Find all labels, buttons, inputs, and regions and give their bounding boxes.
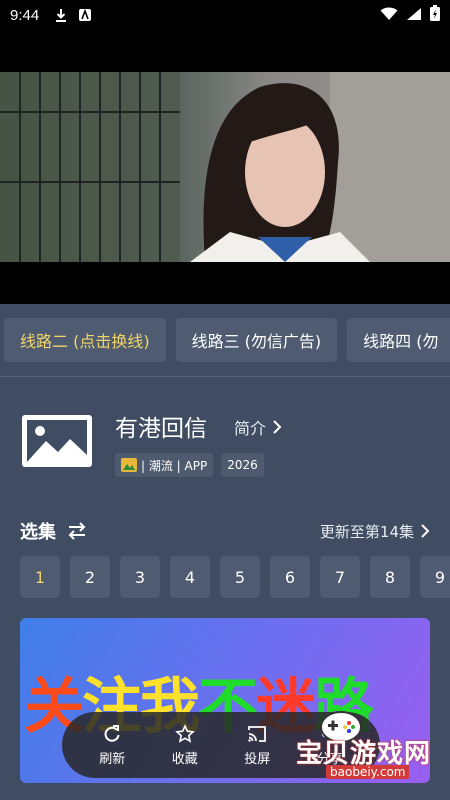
refresh-button[interactable]: 刷新 [99, 724, 125, 767]
intro-link[interactable]: 简介 [234, 415, 282, 439]
episode-button-7[interactable]: 7 [320, 556, 360, 598]
genre-tag-text: | 潮流 | APP [141, 458, 208, 473]
cast-label: 投屏 [244, 751, 271, 767]
show-info: 有港回信 简介 | 潮流 | APP 2026 [0, 395, 450, 495]
star-icon [174, 723, 195, 743]
episode-update-link[interactable]: 更新至第14集 [320, 521, 430, 542]
cast-icon [248, 725, 267, 742]
episode-button-9[interactable]: 9 [420, 556, 450, 598]
battery-icon [430, 5, 440, 25]
episode-button-3[interactable]: 3 [120, 556, 160, 598]
episode-button-1[interactable]: 1 [20, 556, 60, 598]
video-letterbox-bottom [0, 262, 450, 304]
video-frame-image [0, 72, 450, 262]
route-button-2[interactable]: 线路二 (点击换线) [4, 318, 166, 362]
watermark-url: baobeiy.com [326, 765, 410, 779]
status-time: 9:44 [10, 6, 40, 24]
download-icon [54, 8, 68, 22]
app-notification-icon [78, 8, 92, 22]
sort-swap-icon[interactable] [66, 520, 88, 542]
chevron-right-icon [273, 420, 282, 434]
chevron-right-icon [421, 524, 430, 538]
site-watermark: 宝贝游戏网 baobeiy.com [296, 705, 446, 785]
signal-icon [406, 6, 422, 25]
episodes-title: 选集 [20, 522, 56, 543]
favorite-label: 收藏 [171, 751, 198, 767]
route-button-3[interactable]: 线路三 (勿信广告) [175, 318, 338, 362]
status-icons [380, 5, 440, 25]
image-placeholder-icon [22, 415, 92, 467]
section-divider [0, 376, 450, 377]
episode-button-4[interactable]: 4 [170, 556, 210, 598]
episode-button-2[interactable]: 2 [70, 556, 110, 598]
route-button-4[interactable]: 线路四 (勿 [347, 318, 450, 362]
intro-label: 简介 [234, 419, 267, 438]
status-bar: 9:44 [0, 0, 450, 30]
wifi-icon [380, 6, 398, 25]
favorite-button[interactable]: 收藏 [171, 723, 198, 767]
video-letterbox-top [0, 30, 450, 72]
app-badge-icon [121, 458, 137, 472]
episode-update-text: 更新至第14集 [319, 522, 414, 541]
refresh-icon [104, 724, 120, 742]
show-tags: | 潮流 | APP 2026 [115, 453, 264, 477]
episode-button-5[interactable]: 5 [220, 556, 260, 598]
refresh-label: 刷新 [99, 751, 126, 767]
episode-button-6[interactable]: 6 [270, 556, 310, 598]
episodes-header: 选集 更新至第14集 [20, 518, 430, 544]
episode-list: 1 2 3 4 5 6 7 8 9 [20, 556, 450, 598]
route-selector: 线路二 (点击换线) 线路三 (勿信广告) 线路四 (勿 [0, 318, 450, 374]
show-title: 有港回信 [115, 416, 207, 442]
year-tag: 2026 [221, 453, 264, 477]
episode-button-8[interactable]: 8 [370, 556, 410, 598]
genre-tag: | 潮流 | APP [115, 453, 214, 477]
cast-button[interactable]: 投屏 [244, 724, 270, 767]
video-player[interactable] [0, 72, 450, 262]
